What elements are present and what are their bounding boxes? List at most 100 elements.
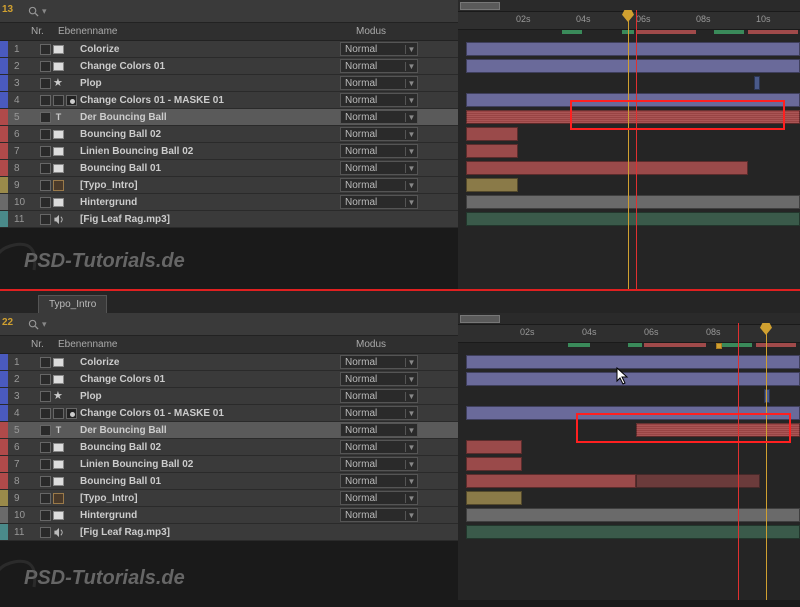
layer-name[interactable]: Der Bouncing Ball xyxy=(80,425,340,436)
checkbox-icon[interactable] xyxy=(40,146,51,157)
checkbox-icon[interactable] xyxy=(40,374,51,385)
blend-mode-dropdown[interactable]: Normal▼ xyxy=(340,372,418,386)
search-icon xyxy=(28,319,39,330)
blend-mode-dropdown[interactable]: Normal▼ xyxy=(340,423,418,437)
blend-mode-dropdown[interactable]: Normal▼ xyxy=(340,59,418,73)
layer-bar[interactable] xyxy=(466,508,800,522)
checkbox-icon[interactable] xyxy=(40,408,51,419)
blend-mode-dropdown[interactable]: Normal▼ xyxy=(340,127,418,141)
text-icon: T xyxy=(53,112,64,123)
layer-name[interactable]: [Typo_Intro] xyxy=(80,180,340,191)
checkbox-icon[interactable] xyxy=(40,197,51,208)
blend-mode-dropdown[interactable]: Normal▼ xyxy=(340,508,418,522)
layer-bar[interactable] xyxy=(466,491,522,505)
blend-mode-dropdown[interactable]: Normal▼ xyxy=(340,491,418,505)
layer-name[interactable]: Bouncing Ball 02 xyxy=(80,442,340,453)
search-dropdown-icon[interactable]: ▾ xyxy=(42,6,47,17)
layer-name[interactable]: [Fig Leaf Rag.mp3] xyxy=(80,214,340,225)
layer-bar[interactable] xyxy=(466,59,800,73)
checkbox-icon[interactable] xyxy=(40,163,51,174)
checkbox-icon[interactable] xyxy=(40,180,51,191)
layer-name[interactable]: Hintergrund xyxy=(80,197,340,208)
layer-bar[interactable] xyxy=(466,127,518,141)
layer-name[interactable]: Bouncing Ball 02 xyxy=(80,129,340,140)
layer-name[interactable]: Bouncing Ball 01 xyxy=(80,476,340,487)
checkbox-icon[interactable] xyxy=(40,476,51,487)
blend-mode-dropdown[interactable]: Normal▼ xyxy=(340,457,418,471)
checkbox-icon[interactable] xyxy=(40,214,51,225)
layer-bar[interactable] xyxy=(466,212,800,226)
checkbox-icon[interactable] xyxy=(40,95,51,106)
layer-bar[interactable] xyxy=(466,406,800,420)
layer-bar[interactable] xyxy=(466,93,800,107)
layer-name[interactable]: Plop xyxy=(80,78,340,89)
layer-bar[interactable] xyxy=(754,76,760,90)
layer-name[interactable]: Change Colors 01 xyxy=(80,61,340,72)
layer-bar[interactable] xyxy=(466,474,636,488)
layer-name[interactable]: Plop xyxy=(80,391,340,402)
blend-mode-dropdown[interactable]: Normal▼ xyxy=(340,195,418,209)
layer-bar[interactable] xyxy=(764,389,770,403)
layer-bar[interactable] xyxy=(636,474,760,488)
checkbox-icon[interactable] xyxy=(40,442,51,453)
layer-bar[interactable] xyxy=(636,423,800,437)
layer-name[interactable]: Colorize xyxy=(80,44,340,55)
time-ruler[interactable]: 02s 04s 06s 08s xyxy=(458,325,800,343)
blend-mode-dropdown[interactable]: Normal▼ xyxy=(340,76,418,90)
playhead[interactable] xyxy=(628,10,629,289)
timeline-area-top[interactable]: 02s 04s 06s 08s 10s xyxy=(458,0,800,289)
checkbox-icon[interactable] xyxy=(40,129,51,140)
checkbox-icon[interactable] xyxy=(40,357,51,368)
mask-icon xyxy=(66,408,77,419)
blend-mode-dropdown[interactable]: Normal▼ xyxy=(340,42,418,56)
blend-mode-dropdown[interactable]: Normal▼ xyxy=(340,161,418,175)
blend-mode-dropdown[interactable]: Normal▼ xyxy=(340,474,418,488)
layer-bar[interactable] xyxy=(466,355,800,369)
blend-mode-dropdown[interactable]: Normal▼ xyxy=(340,110,418,124)
blend-mode-dropdown[interactable]: Normal▼ xyxy=(340,440,418,454)
layer-name[interactable]: Change Colors 01 xyxy=(80,374,340,385)
layer-name[interactable]: Colorize xyxy=(80,357,340,368)
checkbox-icon[interactable] xyxy=(40,459,51,470)
checkbox-icon[interactable] xyxy=(40,527,51,538)
work-area-handle[interactable] xyxy=(716,343,722,349)
blend-mode-dropdown[interactable]: Normal▼ xyxy=(340,178,418,192)
layer-name[interactable]: Linien Bouncing Ball 02 xyxy=(80,459,340,470)
layer-name[interactable]: Der Bouncing Ball xyxy=(80,112,340,123)
playhead[interactable] xyxy=(766,323,767,600)
layer-name[interactable]: Change Colors 01 - MASKE 01 xyxy=(80,408,340,419)
search-dropdown-icon[interactable]: ▾ xyxy=(42,319,47,330)
ruler-scrollbar[interactable] xyxy=(458,313,800,325)
layer-bar[interactable] xyxy=(466,110,800,124)
layer-bar[interactable] xyxy=(466,372,800,386)
checkbox-icon[interactable] xyxy=(40,391,51,402)
layer-bar[interactable] xyxy=(466,525,800,539)
checkbox-icon[interactable] xyxy=(40,493,51,504)
blend-mode-dropdown[interactable]: Normal▼ xyxy=(340,389,418,403)
layer-name[interactable]: Hintergrund xyxy=(80,510,340,521)
layer-bar[interactable] xyxy=(466,178,518,192)
layer-bar[interactable] xyxy=(466,42,800,56)
layer-name[interactable]: Bouncing Ball 01 xyxy=(80,163,340,174)
blend-mode-dropdown[interactable]: Normal▼ xyxy=(340,93,418,107)
layer-bar[interactable] xyxy=(466,161,748,175)
layer-bar[interactable] xyxy=(466,144,518,158)
checkbox-icon[interactable] xyxy=(40,510,51,521)
layer-name[interactable]: Change Colors 01 - MASKE 01 xyxy=(80,95,340,106)
blend-mode-dropdown[interactable]: Normal▼ xyxy=(340,355,418,369)
layer-bar[interactable] xyxy=(466,195,800,209)
checkbox-icon[interactable] xyxy=(40,44,51,55)
layer-name[interactable]: [Typo_Intro] xyxy=(80,493,340,504)
timeline-area-bottom[interactable]: 02s 04s 06s 08s xyxy=(458,313,800,600)
checkbox-icon[interactable] xyxy=(40,61,51,72)
checkbox-icon[interactable] xyxy=(40,112,51,123)
layer-name[interactable]: Linien Bouncing Ball 02 xyxy=(80,146,340,157)
layer-bar[interactable] xyxy=(466,457,522,471)
tab-typo-intro[interactable]: Typo_Intro xyxy=(38,295,107,313)
layer-name[interactable]: [Fig Leaf Rag.mp3] xyxy=(80,527,340,538)
blend-mode-dropdown[interactable]: Normal▼ xyxy=(340,406,418,420)
checkbox-icon[interactable] xyxy=(40,78,51,89)
checkbox-icon[interactable] xyxy=(40,425,51,436)
blend-mode-dropdown[interactable]: Normal▼ xyxy=(340,144,418,158)
layer-bar[interactable] xyxy=(466,440,522,454)
